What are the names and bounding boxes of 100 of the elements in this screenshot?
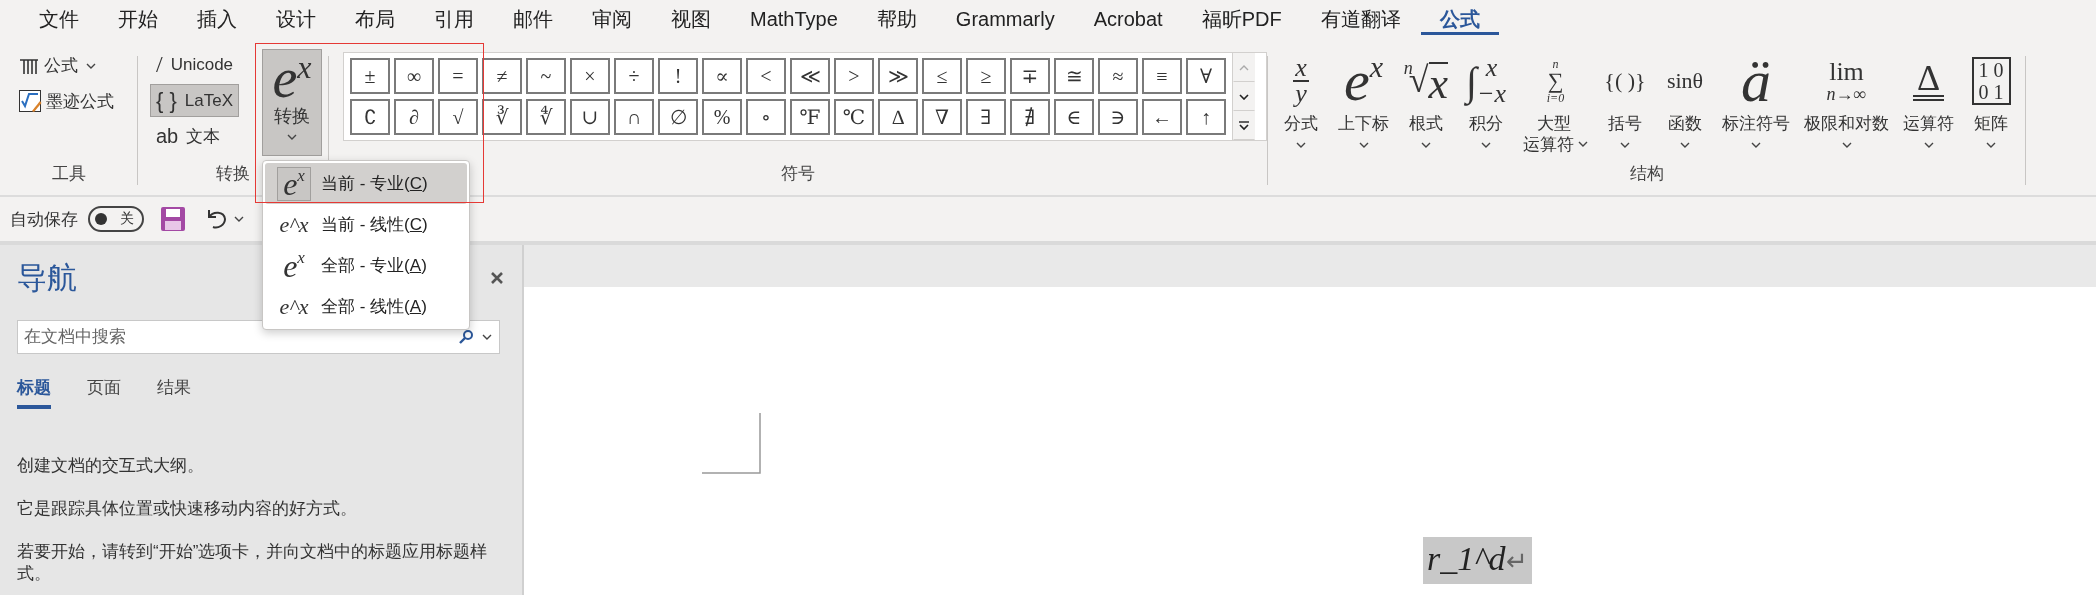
group-label: 工具 bbox=[51, 163, 86, 185]
symbol-button[interactable]: ∞ bbox=[394, 58, 434, 94]
nav-tab[interactable]: 标题 bbox=[17, 376, 51, 409]
ink-equation-icon bbox=[18, 89, 42, 113]
close-icon[interactable] bbox=[490, 271, 504, 285]
symbol-button[interactable]: ∘ bbox=[746, 99, 786, 135]
largeop-icon: n ∑ i=0 bbox=[1546, 58, 1565, 104]
symbol-button[interactable]: = bbox=[438, 58, 478, 94]
symbol-button[interactable]: √ bbox=[438, 99, 478, 135]
nav-tab[interactable]: 结果 bbox=[157, 376, 191, 409]
crop-mark bbox=[702, 413, 762, 475]
linear-exponential-icon: e^x bbox=[279, 211, 309, 238]
menu-tab[interactable]: 文件 bbox=[20, 5, 98, 35]
symbol-button[interactable]: ∜ bbox=[526, 99, 566, 135]
structure-button[interactable]: x y 分式 bbox=[1274, 48, 1328, 156]
text-icon: ab bbox=[156, 125, 179, 148]
menu-tab[interactable]: 设计 bbox=[257, 5, 335, 35]
symbol-button[interactable]: ∃ bbox=[966, 99, 1006, 135]
symbol-button[interactable]: ∅ bbox=[658, 99, 698, 135]
accent-icon: ä bbox=[1741, 53, 1771, 109]
structure-button[interactable]: lim n→∞ 极限和对数 bbox=[1800, 48, 1893, 156]
symbol-button[interactable]: % bbox=[702, 99, 742, 135]
symbol-button[interactable]: ÷ bbox=[614, 58, 654, 94]
limit-icon: lim n→∞ bbox=[1826, 59, 1867, 103]
symbol-button[interactable]: ℃ bbox=[834, 99, 874, 135]
symbol-button[interactable]: ← bbox=[1142, 99, 1182, 135]
symbol-button[interactable]: ≫ bbox=[878, 58, 918, 94]
symbol-button[interactable]: ∓ bbox=[1010, 58, 1050, 94]
symbol-button[interactable]: ≈ bbox=[1098, 58, 1138, 94]
scroll-down-button[interactable] bbox=[1233, 82, 1255, 111]
autosave-toggle[interactable]: 关 bbox=[88, 206, 144, 232]
menu-tab[interactable]: 有道翻译 bbox=[1301, 5, 1420, 35]
caret-icon bbox=[1296, 142, 1306, 148]
symbol-button[interactable]: < bbox=[746, 58, 786, 94]
mode-button[interactable]: { } LaTeX bbox=[150, 84, 239, 117]
structure-button[interactable]: Δ 运算符 bbox=[1899, 48, 1958, 156]
symbol-button[interactable]: ∄ bbox=[1010, 99, 1050, 135]
symbol-button[interactable]: ! bbox=[658, 58, 698, 94]
symbol-button[interactable]: ∆ bbox=[878, 99, 918, 135]
symbol-button[interactable]: ↑ bbox=[1186, 99, 1226, 135]
symbol-button[interactable]: ∇ bbox=[922, 99, 962, 135]
menu-tab[interactable]: 视图 bbox=[652, 5, 730, 35]
menu-tab[interactable]: 公式 bbox=[1420, 5, 1499, 35]
equation-button[interactable]: 公式 bbox=[14, 52, 100, 79]
symbol-button[interactable]: ℉ bbox=[790, 99, 830, 135]
symbol-button[interactable]: ∈ bbox=[1054, 99, 1094, 135]
latex-icon: { } bbox=[156, 87, 177, 114]
caret-icon bbox=[1751, 142, 1761, 148]
menu-tab[interactable]: 邮件 bbox=[494, 5, 572, 35]
menu-tab[interactable]: 审阅 bbox=[573, 5, 651, 35]
mode-button[interactable]: ab 文本 bbox=[150, 120, 227, 153]
menu-tab[interactable]: 布局 bbox=[336, 5, 414, 35]
symbol-button[interactable]: ∪ bbox=[570, 99, 610, 135]
menu-tab[interactable]: 插入 bbox=[178, 5, 256, 35]
menu-tab[interactable]: 开始 bbox=[99, 5, 177, 35]
expand-gallery-icon bbox=[1238, 119, 1250, 132]
symbol-button[interactable]: ≪ bbox=[790, 58, 830, 94]
caret-icon bbox=[1841, 142, 1852, 148]
symbol-button[interactable]: ± bbox=[350, 58, 390, 94]
symbol-button[interactable]: ∀ bbox=[1186, 58, 1226, 94]
menu-tab[interactable]: 帮助 bbox=[857, 5, 936, 35]
caret-icon bbox=[1481, 142, 1491, 148]
save-button[interactable] bbox=[160, 206, 186, 232]
symbol-button[interactable]: > bbox=[834, 58, 874, 94]
structure-button[interactable]: n ∑ i=0 大型运算符 bbox=[1519, 48, 1592, 156]
menu-tab[interactable]: Grammarly bbox=[936, 5, 1074, 35]
symbol-button[interactable]: ≡ bbox=[1142, 58, 1182, 94]
structure-button[interactable]: 1 0 0 1 矩阵 bbox=[1964, 48, 2018, 156]
menu-tab[interactable]: 福昕PDF bbox=[1182, 5, 1301, 35]
unicode-icon: / bbox=[156, 51, 163, 78]
symbol-button[interactable]: ∛ bbox=[482, 99, 522, 135]
symbol-button[interactable]: ∩ bbox=[614, 99, 654, 135]
menu-tab[interactable]: Acrobat bbox=[1074, 5, 1182, 35]
pane-title: 导航 bbox=[17, 259, 77, 296]
nav-tab[interactable]: 页面 bbox=[87, 376, 121, 409]
help-text: 它是跟踪具体位置或快速移动内容的好方式。 bbox=[17, 498, 358, 520]
structure-button[interactable]: {( )} 括号 bbox=[1598, 48, 1652, 156]
symbol-button[interactable]: ∁ bbox=[350, 99, 390, 135]
menu-tab[interactable]: 引用 bbox=[415, 5, 493, 35]
caret-icon bbox=[234, 216, 244, 222]
symbol-button[interactable]: ≤ bbox=[922, 58, 962, 94]
menu-tab[interactable]: MathType bbox=[731, 5, 857, 35]
structure-button[interactable]: sinθ 函数 bbox=[1658, 48, 1712, 156]
linear-exponential-icon: e^x bbox=[279, 293, 309, 320]
caret-icon bbox=[482, 334, 492, 340]
menu-item[interactable]: e^x 当前 - 线性(C) bbox=[265, 204, 467, 245]
symbol-button[interactable]: ≥ bbox=[966, 58, 1006, 94]
mode-button[interactable]: / Unicode bbox=[150, 48, 240, 81]
symbol-button[interactable]: ∋ bbox=[1098, 99, 1138, 135]
symbol-button[interactable]: ∂ bbox=[394, 99, 434, 135]
symbol-button[interactable]: × bbox=[570, 58, 610, 94]
symbol-button[interactable]: ∝ bbox=[702, 58, 742, 94]
structure-button[interactable]: ä 标注符号 bbox=[1718, 48, 1794, 156]
symbol-button[interactable]: ≠ bbox=[482, 58, 522, 94]
help-text: 创建文档的交互式大纲。 bbox=[17, 455, 205, 477]
search-icon[interactable] bbox=[458, 329, 474, 345]
ink-equation-button[interactable]: 墨迹公式 bbox=[14, 87, 118, 115]
symbol-button[interactable]: ~ bbox=[526, 58, 566, 94]
symbol-button[interactable]: ≅ bbox=[1054, 58, 1094, 94]
gallery-more-button[interactable] bbox=[1233, 111, 1255, 140]
